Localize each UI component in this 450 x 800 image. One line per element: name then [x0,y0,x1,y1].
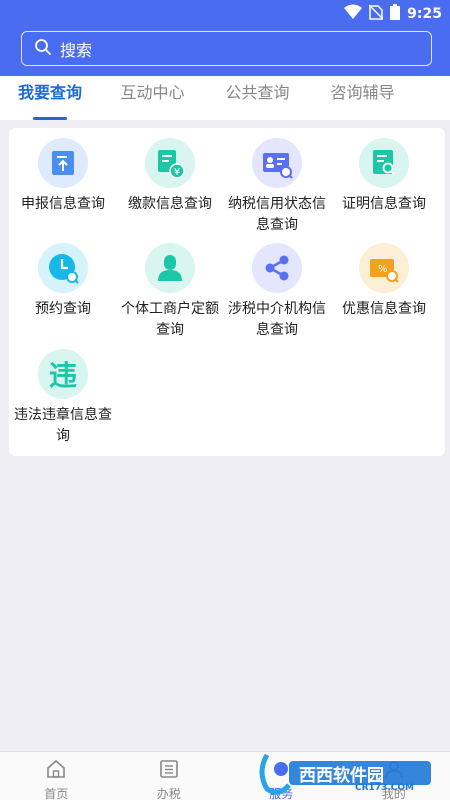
service-label: 违法违章信息查询 [14,407,112,444]
certificate-search-icon [359,138,409,188]
tab-consulting[interactable]: 咨询辅导 [310,76,415,120]
service-label: 缴款信息查询 [128,196,212,212]
status-bar: 9:25 [0,0,450,26]
service-individual-quota-query[interactable]: 个体工商户定额查询 [117,243,223,341]
share-nodes-icon [252,243,302,293]
service-certificate-query[interactable]: 证明信息查询 [331,138,437,215]
service-credit-status-query[interactable]: 纳税信用状态信息查询 [224,138,330,236]
nav-home[interactable]: 首页 [0,752,113,800]
service-label: 证明信息查询 [342,196,426,212]
violation-glyph: 违 [48,359,77,392]
person-icon [145,243,195,293]
search-placeholder: 搜索 [60,40,93,60]
search-icon [34,38,52,60]
tab-bar: 我要查询 互动中心 公共查询 咨询辅导 [0,76,450,120]
tab-my-query[interactable]: 我要查询 [0,76,100,120]
service-label: 优惠信息查询 [342,301,426,317]
service-declare-query[interactable]: 申报信息查询 [10,138,116,215]
watermark-subtext: CR173.COM [355,783,414,793]
nav-tax[interactable]: 办税 [113,752,226,800]
service-discount-query[interactable]: % 优惠信息查询 [331,243,437,320]
discount-ticket-icon: % [359,243,409,293]
svg-text:%: % [378,264,388,275]
nav-label: 首页 [44,787,69,800]
service-payment-query[interactable]: ¥ 缴款信息查询 [117,138,223,215]
svg-text:¥: ¥ [174,167,180,178]
watermark-logo: 西西软件园 CR173.COM [255,747,435,797]
service-appointment-query[interactable]: 预约查询 [10,243,116,320]
nav-label: 办税 [156,787,181,800]
tab-public-query[interactable]: 公共查询 [205,76,310,120]
wifi-icon [344,4,363,24]
violation-char-icon: 违 [38,349,88,399]
service-violation-query[interactable]: 违 违法违章信息查询 [10,349,116,447]
id-card-search-icon [252,138,302,188]
list-icon [158,760,180,783]
service-label: 个体工商户定额查询 [121,301,219,338]
service-label: 涉税中介机构信息查询 [228,301,326,338]
service-grid-card: 申报信息查询 ¥ 缴款信息查询 纳税信用状态信息查询 证明信息查询 预约查询 个… [9,128,445,456]
clock-search-icon [38,243,88,293]
battery-icon [390,4,401,24]
home-icon [45,759,67,783]
status-time: 9:25 [407,6,442,22]
no-sim-icon [368,4,384,24]
search-input[interactable]: 搜索 [21,31,432,66]
payment-yuan-icon: ¥ [145,138,195,188]
service-label: 预约查询 [35,301,91,317]
service-tax-agency-query[interactable]: 涉税中介机构信息查询 [224,243,330,341]
service-label: 申报信息查询 [21,196,105,212]
header-bar: 9:25 搜索 [0,0,450,76]
tab-interaction-center[interactable]: 互动中心 [100,76,205,120]
service-label: 纳税信用状态信息查询 [228,196,326,233]
declare-upload-icon [38,138,88,188]
